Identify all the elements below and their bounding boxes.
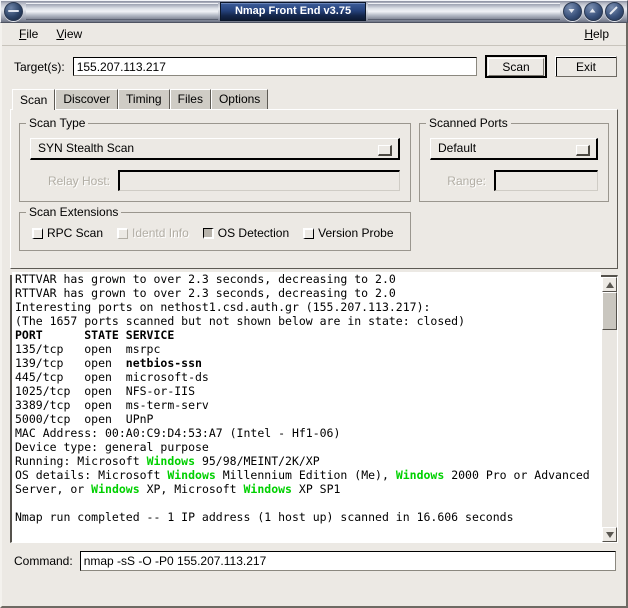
checkbox-rpc-scan-label: RPC Scan	[47, 226, 104, 240]
menu-view[interactable]: View	[47, 25, 91, 43]
range-label: Range:	[447, 173, 486, 188]
scan-type-group: Scan Type SYN Stealth Scan Relay Host:	[19, 117, 411, 202]
nmap-frontend-window: Nmap Front End v3.75 FFileile View Help …	[0, 0, 628, 608]
output-line: 3389/tcp open ms-term-serv	[15, 398, 209, 412]
scanned-ports-group: Scanned Ports Default Range:	[419, 117, 609, 202]
scanned-ports-legend: Scanned Ports	[426, 117, 511, 130]
command-label: Command:	[14, 554, 73, 568]
scan-type-pane: Scan Type SYN Stealth Scan Relay Host:	[19, 117, 411, 202]
scan-panes: Scan Type SYN Stealth Scan Relay Host: S…	[19, 117, 609, 202]
output-line: Running: Microsoft Windows 95/98/MEINT/2…	[15, 454, 320, 468]
window-body: FFileile View Help Target(s): Scan Exit …	[0, 23, 628, 608]
checkbox-box-checked-icon	[202, 227, 214, 239]
tab-discover[interactable]: Discover	[55, 89, 119, 109]
window-controls	[563, 2, 625, 21]
scroll-down-icon[interactable]	[602, 527, 617, 542]
output-line: Device type: general purpose	[15, 440, 209, 454]
checkbox-rpc-scan[interactable]: RPC Scan	[32, 226, 103, 240]
scanned-ports-dropdown[interactable]: Default	[430, 138, 598, 160]
scan-output-text[interactable]: RTTVAR has grown to over 2.3 seconds, de…	[12, 272, 601, 542]
output-line: 5000/tcp open UPnP	[15, 412, 154, 426]
checkbox-box-icon	[32, 227, 43, 239]
output-line: 135/tcp open msrpc	[15, 342, 161, 356]
scan-extensions-checkboxes: RPC Scan Identd Info OS Detection Versio…	[26, 223, 404, 242]
close-icon[interactable]	[605, 2, 625, 21]
window-title: Nmap Front End v3.75	[219, 2, 367, 21]
scan-extensions-legend: Scan Extensions	[26, 206, 122, 219]
scanned-ports-value: Default	[438, 141, 477, 155]
chevron-down-icon	[378, 145, 392, 156]
checkbox-box-icon	[303, 227, 315, 239]
menu-bar: FFileile View Help	[2, 23, 626, 46]
tab-timing[interactable]: Timing	[118, 89, 170, 109]
checkbox-identd-info-label: Identd Info	[132, 226, 189, 240]
scroll-up-icon[interactable]	[602, 277, 617, 292]
relay-host-label: Relay Host:	[47, 173, 110, 188]
tab-scan[interactable]: Scan	[12, 89, 56, 110]
scan-button[interactable]: Scan	[485, 55, 547, 78]
checkbox-version-probe[interactable]: Version Probe	[303, 226, 394, 240]
scanned-ports-pane: Scanned Ports Default Range:	[419, 117, 609, 202]
target-label: Target(s):	[14, 59, 65, 74]
output-line: 1025/tcp open NFS-or-IIS	[15, 384, 196, 398]
relay-host-row: Relay Host:	[30, 170, 400, 191]
title-bar-rail-right	[368, 3, 561, 20]
minimize-icon[interactable]	[563, 2, 583, 21]
command-input[interactable]	[79, 551, 616, 571]
checkbox-box-icon	[117, 227, 129, 239]
checkbox-os-detection[interactable]: OS Detection	[202, 226, 290, 240]
window-menu-icon[interactable]	[4, 2, 23, 21]
menu-help[interactable]: Help	[575, 25, 618, 43]
scan-extensions-pane: Scan Extensions RPC Scan Identd Info OS …	[19, 206, 411, 251]
relay-host-input	[118, 170, 400, 191]
output-line: Server, or Windows XP, Microsoft Windows…	[15, 482, 341, 496]
scan-type-dropdown[interactable]: SYN Stealth Scan	[30, 138, 400, 160]
output-line: Interesting ports on nethost1.csd.auth.g…	[15, 300, 431, 314]
target-input[interactable]	[72, 57, 477, 76]
command-bar: Command:	[2, 543, 626, 580]
exit-button[interactable]: Exit	[555, 56, 617, 77]
menu-file[interactable]: FFileile	[10, 25, 47, 43]
tab-files[interactable]: Files	[169, 89, 211, 109]
scrollbar-track[interactable]	[602, 292, 617, 527]
scan-type-value: SYN Stealth Scan	[38, 141, 135, 155]
scan-extensions-group: Scan Extensions RPC Scan Identd Info OS …	[19, 206, 411, 251]
checkbox-version-probe-label: Version Probe	[318, 226, 394, 240]
output-line: MAC Address: 00:A0:C9:D4:53:A7 (Intel - …	[15, 426, 341, 440]
output-line: OS details: Microsoft Windows Millennium…	[15, 468, 590, 482]
maximize-icon[interactable]	[584, 2, 604, 21]
chevron-down-icon	[576, 145, 590, 156]
output-line: 445/tcp open microsoft-ds	[15, 370, 209, 384]
tab-options[interactable]: Options	[210, 89, 269, 109]
scan-button-label: Scan	[488, 57, 544, 76]
output-line: RTTVAR has grown to over 2.3 seconds, de…	[15, 272, 396, 286]
title-bar-rail-left	[26, 3, 218, 20]
output-line: (The 1657 ports scanned but not shown be…	[15, 314, 466, 328]
output-scrollbar[interactable]	[601, 277, 617, 542]
title-bar: Nmap Front End v3.75	[0, 0, 628, 23]
output-line: Nmap run completed -- 1 IP address (1 ho…	[15, 510, 514, 524]
scrollbar-thumb[interactable]	[602, 292, 617, 330]
target-row: Target(s): Scan Exit	[2, 46, 626, 87]
scan-output-area: RTTVAR has grown to over 2.3 seconds, de…	[10, 272, 618, 543]
scan-type-legend: Scan Type	[26, 117, 89, 130]
tab-strip: Scan Discover Timing Files Options	[2, 87, 626, 110]
range-row: Range:	[430, 170, 598, 191]
output-line: PORT STATE SERVICE	[15, 328, 175, 342]
checkbox-os-detection-label: OS Detection	[217, 226, 290, 240]
tab-panel-scan: Scan Type SYN Stealth Scan Relay Host: S…	[10, 109, 618, 269]
output-line: 139/tcp open netbios-ssn	[15, 356, 202, 370]
range-input	[494, 170, 598, 191]
output-line: RTTVAR has grown to over 2.3 seconds, de…	[15, 286, 396, 300]
checkbox-identd-info: Identd Info	[117, 226, 189, 240]
